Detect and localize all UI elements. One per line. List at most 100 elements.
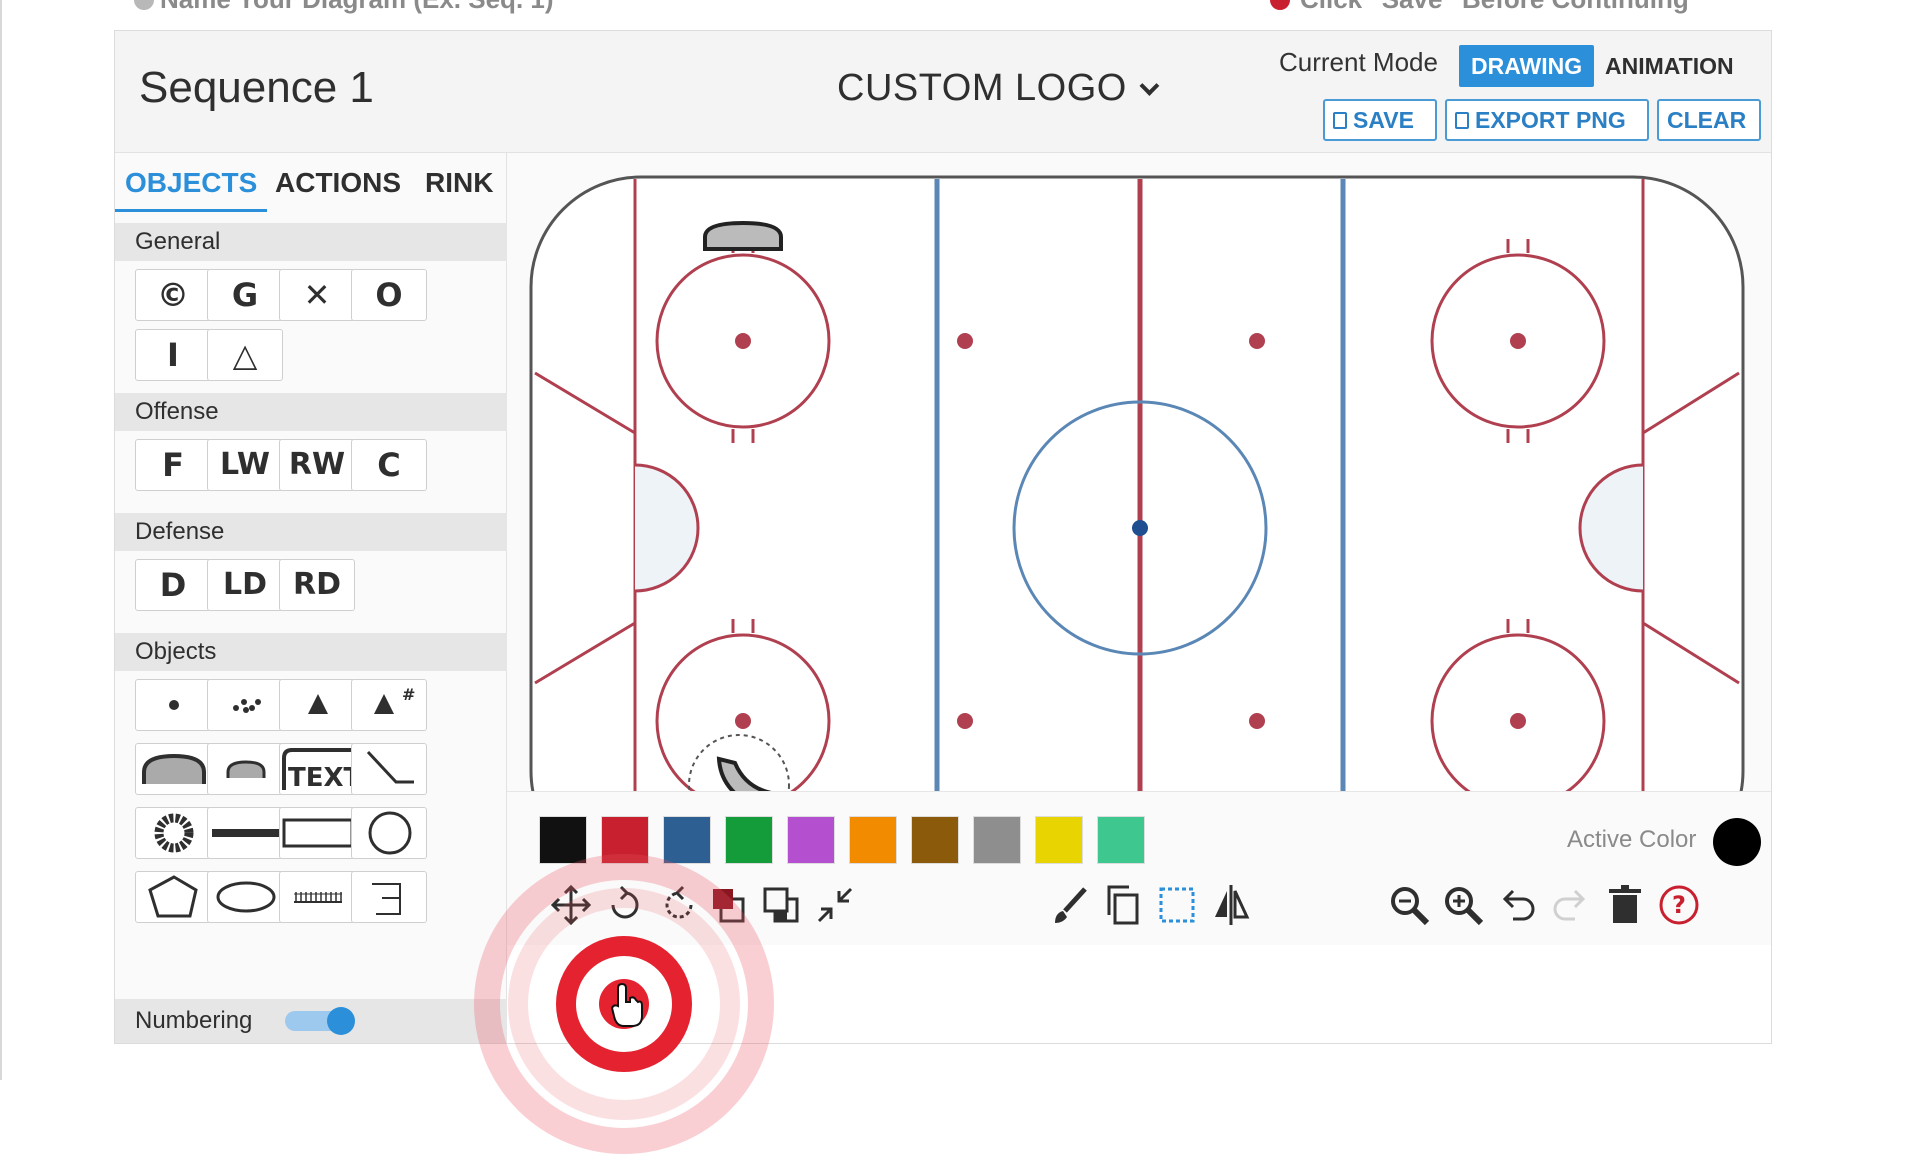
move-tool[interactable] (547, 881, 595, 933)
center-button[interactable]: C (351, 439, 427, 491)
hint-name-diagram: Name Your Diagram (Ex. Seq. 1) (160, 0, 554, 15)
redo-tool[interactable] (1547, 881, 1595, 933)
color-swatch-red[interactable] (601, 816, 649, 864)
text-tool-icon: TEXT (282, 748, 362, 793)
o-player-button[interactable]: O (351, 269, 427, 321)
ellipse-button[interactable] (207, 871, 283, 923)
flip-icon (1215, 885, 1250, 925)
circle-button[interactable] (351, 807, 427, 859)
zoom-out-tool[interactable] (1385, 881, 1433, 933)
duplicate-tool[interactable] (1099, 881, 1147, 933)
color-swatch-black[interactable] (539, 816, 587, 864)
bring-front-tool[interactable] (703, 881, 751, 933)
flip-tool[interactable] (1207, 881, 1255, 933)
color-swatch-yellow[interactable] (1035, 816, 1083, 864)
defense-button[interactable]: D (135, 559, 211, 611)
polygon-button[interactable] (135, 871, 211, 923)
right-defense-button[interactable]: RD (279, 559, 355, 611)
logo-select[interactable]: CUSTOM LOGO (837, 67, 1160, 110)
color-swatch-gray[interactable] (973, 816, 1021, 864)
zoom-in-icon (1445, 887, 1484, 926)
zoom-in-tool[interactable] (1439, 881, 1487, 933)
x-player-button[interactable]: ✕ (279, 269, 355, 321)
zoom-out-icon (1391, 887, 1430, 926)
undo-tool[interactable] (1493, 881, 1541, 933)
mode-animation-button[interactable]: ANIMATION (1593, 45, 1746, 87)
numbering-toggle[interactable] (285, 1007, 355, 1035)
tab-rink[interactable]: RINK (425, 167, 493, 199)
brush-tool[interactable] (1045, 881, 1093, 933)
file-icon (1455, 112, 1469, 129)
trash-icon (1609, 885, 1641, 923)
rotate-left-tool[interactable] (601, 881, 649, 933)
copy-icon (1107, 885, 1139, 925)
tire-button[interactable] (135, 807, 211, 859)
text-tool-label: TEXT (288, 763, 356, 793)
small-net-icon (226, 760, 266, 778)
bar-button[interactable] (207, 807, 283, 859)
color-swatch-purple[interactable] (787, 816, 835, 864)
save-button[interactable]: SAVE (1323, 99, 1437, 141)
placed-net-object (703, 220, 783, 251)
center-faceoff-dot (1132, 520, 1148, 536)
clear-button[interactable]: CLEAR (1657, 99, 1761, 141)
stick-button[interactable] (351, 743, 427, 795)
diagram-title[interactable]: Sequence 1 (139, 63, 374, 113)
toggle-knob (327, 1007, 355, 1035)
stick-icon (366, 750, 414, 784)
delete-tool[interactable] (1601, 881, 1649, 933)
bench-icon (372, 883, 401, 915)
right-wing-button[interactable]: RW (279, 439, 355, 491)
save-label: SAVE (1353, 107, 1414, 133)
active-color-label: Active Color (1567, 826, 1697, 853)
numbering-label: Numbering (135, 1007, 253, 1034)
puck-button[interactable] (135, 679, 211, 731)
mode-drawing-button[interactable]: DRAWING (1459, 45, 1595, 87)
shrink-tool[interactable] (811, 881, 859, 933)
left-wing-button[interactable]: LW (207, 439, 283, 491)
help-tool[interactable]: ? (1655, 881, 1703, 933)
send-back-icon (763, 887, 799, 923)
select-icon (1159, 887, 1195, 923)
rotate-right-tool[interactable] (655, 881, 703, 933)
rectangle-button[interactable] (279, 807, 355, 859)
coach-button[interactable]: © (135, 269, 211, 321)
section-general: General (115, 223, 507, 261)
color-swatch-blue[interactable] (663, 816, 711, 864)
net-icon (142, 753, 206, 784)
tab-objects[interactable]: OBJECTS (125, 167, 257, 199)
net-button[interactable] (135, 743, 211, 795)
goalie-button[interactable]: G (207, 269, 283, 321)
rectangle-icon (282, 818, 354, 848)
numbered-cone-button[interactable]: # (351, 679, 427, 731)
puck-group-icon (233, 699, 261, 713)
numbering-row: Numbering (115, 999, 507, 1043)
svg-text:#: # (402, 685, 415, 704)
send-back-tool[interactable] (757, 881, 805, 933)
left-defense-button[interactable]: LD (207, 559, 283, 611)
text-tool-button[interactable]: TEXT (279, 743, 362, 795)
cone-button[interactable] (279, 679, 355, 731)
select-tool[interactable] (1153, 881, 1201, 933)
triangle-player-button[interactable]: △ (207, 329, 283, 381)
color-swatch-brown[interactable] (911, 816, 959, 864)
top-hints: Name Your Diagram (Ex. Seq. 1) Click "Sa… (0, 0, 1920, 18)
diagram-editor: Sequence 1 CUSTOM LOGO Current Mode DRAW… (114, 30, 1772, 1044)
undo-icon (1502, 889, 1535, 921)
color-palette: Active Color (507, 791, 1771, 873)
tab-actions[interactable]: ACTIONS (275, 167, 401, 199)
circle-icon (368, 811, 412, 855)
color-swatch-teal[interactable] (1097, 816, 1145, 864)
puck-group-button[interactable] (207, 679, 283, 731)
color-swatch-orange[interactable] (849, 816, 897, 864)
forward-button[interactable]: F (135, 439, 211, 491)
export-png-button[interactable]: EXPORT PNG (1445, 99, 1649, 141)
bench-button[interactable] (351, 871, 427, 923)
instructor-button[interactable]: I (135, 329, 211, 381)
color-swatch-green[interactable] (725, 816, 773, 864)
polygon-icon (148, 875, 198, 918)
section-defense: Defense (115, 513, 507, 551)
small-net-button[interactable] (207, 743, 283, 795)
puck-icon (169, 700, 179, 710)
ladder-button[interactable] (279, 871, 355, 923)
